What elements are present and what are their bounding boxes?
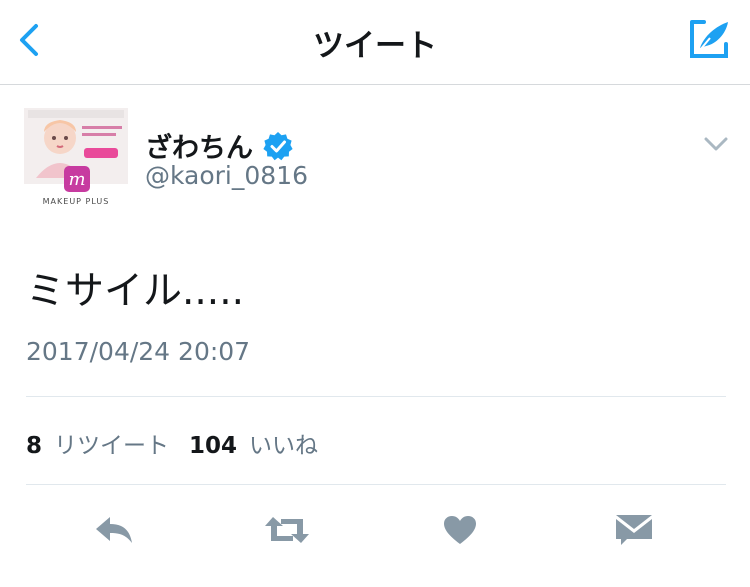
like-count[interactable]: 104 (189, 433, 237, 459)
like-count-label[interactable]: いいね (249, 426, 318, 460)
tweet-stats: 8 リツイート 104 いいね (26, 426, 338, 460)
tweet-text: ミサイル..... (26, 269, 244, 314)
page-title: ツイート (313, 28, 437, 64)
divider (26, 484, 726, 485)
retweet-button[interactable] (262, 508, 312, 552)
author-handle[interactable]: @kaori_0816 (145, 161, 308, 190)
divider (26, 396, 726, 397)
heart-icon (444, 516, 476, 544)
compose-tweet-icon[interactable] (686, 18, 732, 60)
retweet-count-label[interactable]: リツイート (54, 426, 169, 460)
chevron-down-icon[interactable] (704, 135, 728, 153)
verified-badge-icon (263, 131, 293, 160)
avatar-badge: m (68, 169, 85, 190)
tweet-timestamp: 2017/04/24 20:07 (26, 337, 251, 366)
action-bar (0, 508, 750, 552)
display-name-text: ざわちん (145, 133, 253, 164)
avatar-caption: MAKEUP PLUS (43, 197, 110, 206)
direct-message-button[interactable] (612, 508, 656, 552)
nav-bar: ツイート (0, 0, 750, 85)
like-button[interactable] (440, 508, 480, 552)
reply-icon (96, 517, 132, 543)
reply-button[interactable] (92, 508, 136, 552)
envelope-icon (616, 515, 652, 545)
retweet-count[interactable]: 8 (26, 433, 42, 459)
author-name[interactable]: ざわちん (145, 126, 293, 165)
avatar[interactable]: m MAKEUP PLUS (24, 108, 128, 208)
retweet-icon (265, 517, 309, 543)
